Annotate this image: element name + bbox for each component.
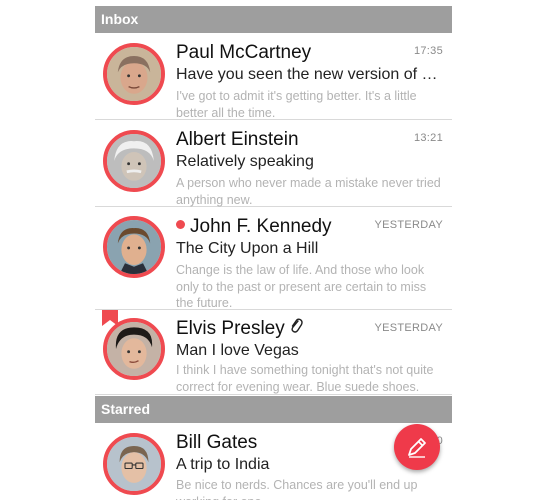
mail-list-screen: Inbox Paul McCartney 17:35 Have you seen… bbox=[95, 0, 452, 500]
message-item-john-f-kennedy[interactable]: John F. Kennedy YESTERDAY The City Upon … bbox=[95, 207, 452, 310]
section-header-inbox: Inbox bbox=[95, 6, 452, 33]
message-preview: A person who never made a mistake never … bbox=[176, 176, 441, 207]
avatar bbox=[103, 433, 165, 495]
unread-dot-icon bbox=[176, 220, 185, 230]
message-preview: Change is the law of life. And those who… bbox=[176, 263, 427, 310]
sender-name-row: Elvis Presley bbox=[176, 317, 303, 341]
pencil-icon bbox=[408, 438, 426, 458]
message-time: YESTERDAY bbox=[374, 219, 443, 231]
sender-name: Elvis Presley bbox=[176, 318, 285, 340]
sender-name: John F. Kennedy bbox=[190, 216, 332, 237]
message-time: 17:35 bbox=[413, 45, 443, 57]
sender-name-row: John F. Kennedy bbox=[176, 216, 332, 238]
bookmark-flag-icon bbox=[102, 310, 118, 326]
message-subject: The City Upon a Hill bbox=[176, 240, 319, 257]
avatar bbox=[103, 216, 165, 278]
message-subject: Man I love Vegas bbox=[176, 342, 299, 359]
message-preview: I think I have something tonight that's … bbox=[176, 363, 434, 394]
message-preview: I've got to admit it's getting better. I… bbox=[176, 89, 417, 120]
sender-name: Albert Einstein bbox=[176, 129, 299, 150]
message-subject: Have you seen the new version of Mi… bbox=[176, 66, 448, 83]
avatar bbox=[103, 43, 165, 105]
section-header-starred: Starred bbox=[95, 396, 452, 423]
message-item-albert-einstein[interactable]: Albert Einstein 13:21 Relatively speakin… bbox=[95, 120, 452, 207]
message-subject: Relatively speaking bbox=[176, 153, 314, 170]
compose-button[interactable] bbox=[394, 424, 440, 470]
message-time: 13:21 bbox=[413, 132, 443, 144]
sender-name: Bill Gates bbox=[176, 432, 258, 453]
message-time: YESTERDAY bbox=[374, 322, 443, 334]
sender-name: Paul McCartney bbox=[176, 42, 312, 63]
paperclip-icon bbox=[289, 317, 303, 341]
avatar bbox=[103, 130, 165, 192]
message-item-elvis-presley[interactable]: Elvis Presley YESTERDAY Man I love Vegas… bbox=[95, 310, 452, 395]
message-item-paul-mccartney[interactable]: Paul McCartney 17:35 Have you seen the n… bbox=[95, 33, 452, 120]
message-preview: Be nice to nerds. Chances are you'll end… bbox=[176, 478, 418, 500]
